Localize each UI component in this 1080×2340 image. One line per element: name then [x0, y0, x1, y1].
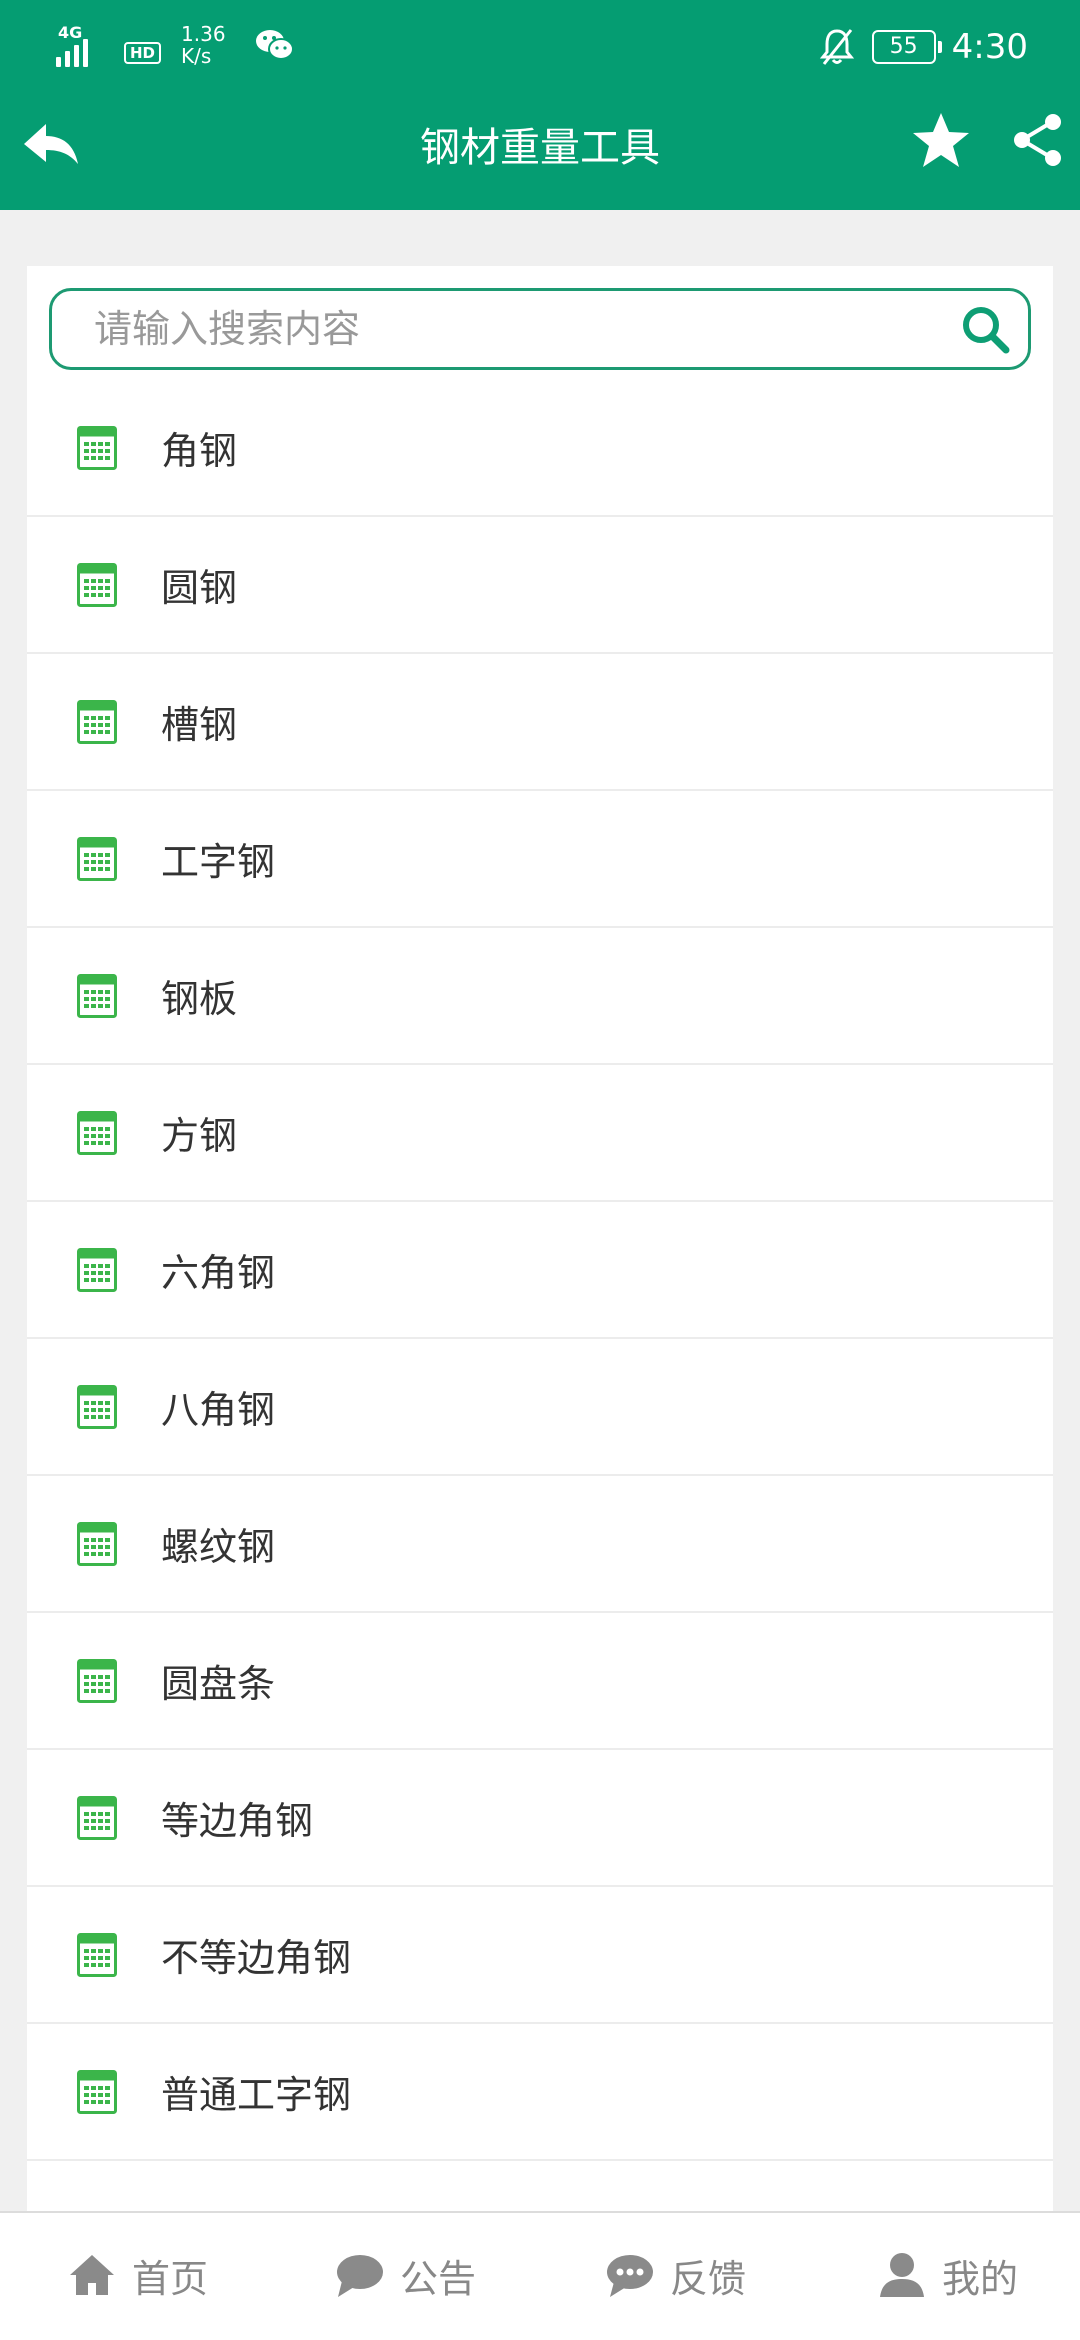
- calculator-icon: [77, 1795, 117, 1840]
- app-bar: 钢材重量工具: [0, 92, 1080, 210]
- signal-icon: 4G: [56, 23, 112, 67]
- tab-home-label: 首页: [132, 2256, 209, 2301]
- calculator-icon: [77, 1247, 117, 1292]
- tab-mine-label: 我的: [942, 2256, 1019, 2301]
- list-item-label: 圆盘条: [161, 1662, 276, 1706]
- list-item-label: 角钢: [161, 429, 238, 473]
- calculator-icon: [77, 2069, 117, 2114]
- chat-bubble-icon: [337, 2255, 383, 2297]
- list-item-label: 槽钢: [161, 703, 238, 747]
- search-icon[interactable]: [958, 302, 1012, 356]
- status-bar: 4G HD 1.36 K/s 55 4:30: [0, 0, 1080, 92]
- list-item-label: 不等边角钢: [161, 1936, 352, 1980]
- calculator-icon: [77, 1384, 117, 1429]
- steel-type-list: 角钢 圆钢 槽钢 工字钢 钢板 方钢 六角钢 八角钢 螺纹钢 圆盘条 等边角钢 …: [27, 380, 1053, 2161]
- list-item-label: 六角钢: [161, 1251, 276, 1295]
- search-box[interactable]: [49, 288, 1031, 370]
- network-speed-unit: K/s: [181, 44, 212, 68]
- list-item[interactable]: 螺纹钢: [27, 1476, 1053, 1613]
- list-item[interactable]: 普通工字钢: [27, 2024, 1053, 2161]
- list-item[interactable]: 工字钢: [27, 791, 1053, 928]
- tool-list-card: 角钢 圆钢 槽钢 工字钢 钢板 方钢 六角钢 八角钢: [27, 266, 1053, 2212]
- calculator-icon: [77, 1658, 117, 1703]
- calculator-icon: [77, 699, 117, 744]
- list-item[interactable]: 不等边角钢: [27, 1887, 1053, 2024]
- tab-notice-label: 公告: [400, 2256, 477, 2301]
- favorite-star-icon[interactable]: [910, 110, 972, 172]
- tab-feedback[interactable]: 反馈: [604, 2243, 746, 2307]
- bell-mute-icon: [819, 29, 854, 65]
- network-speed: 1.36 K/s: [181, 23, 226, 67]
- list-item[interactable]: 角钢: [27, 380, 1053, 517]
- app-header: 4G HD 1.36 K/s 55 4:30 钢材重量工具: [0, 0, 1080, 210]
- calculator-icon: [77, 973, 117, 1018]
- list-item-label: 钢板: [161, 977, 238, 1021]
- status-right: 55 4:30: [818, 22, 1028, 72]
- tab-feedback-label: 反馈: [670, 2256, 747, 2301]
- user-icon: [880, 2253, 924, 2297]
- list-item[interactable]: 八角钢: [27, 1339, 1053, 1476]
- list-item[interactable]: 等边角钢: [27, 1750, 1053, 1887]
- list-item-label: 八角钢: [161, 1388, 276, 1432]
- status-time: 4:30: [951, 27, 1028, 67]
- home-icon: [70, 2255, 114, 2295]
- status-left: 4G HD 1.36 K/s: [56, 20, 296, 70]
- calculator-icon: [77, 1521, 117, 1566]
- calculator-icon: [77, 1110, 117, 1155]
- tab-home[interactable]: 首页: [66, 2243, 208, 2307]
- list-item[interactable]: 圆钢: [27, 517, 1053, 654]
- calculator-icon: [77, 425, 117, 470]
- calculator-icon: [77, 836, 117, 881]
- wechat-icon: [255, 30, 294, 60]
- list-item-label: 圆钢: [161, 566, 238, 610]
- list-item[interactable]: 圆盘条: [27, 1613, 1053, 1750]
- calculator-icon: [77, 562, 117, 607]
- hd-badge: HD: [124, 42, 162, 64]
- list-item-label: 工字钢: [161, 840, 276, 884]
- battery-indicator: 55: [871, 30, 942, 64]
- list-item-label: 普通工字钢: [161, 2073, 352, 2117]
- calculator-icon: [77, 1932, 117, 1977]
- list-item[interactable]: 钢板: [27, 928, 1053, 1065]
- share-icon[interactable]: [1010, 112, 1066, 168]
- list-item[interactable]: 槽钢: [27, 654, 1053, 791]
- message-dots-icon: [607, 2255, 653, 2297]
- tab-notice[interactable]: 公告: [334, 2243, 476, 2307]
- bottom-tab-bar: 首页 公告 反馈 我的: [0, 2211, 1080, 2340]
- list-item-label: 等边角钢: [161, 1799, 314, 1843]
- list-item-label: 方钢: [161, 1114, 238, 1158]
- list-item[interactable]: 方钢: [27, 1065, 1053, 1202]
- list-item-label: 螺纹钢: [161, 1525, 276, 1569]
- tab-mine[interactable]: 我的: [876, 2243, 1018, 2307]
- network-speed-value: 1.36: [181, 22, 226, 46]
- list-item[interactable]: 六角钢: [27, 1202, 1053, 1339]
- search-input[interactable]: [52, 306, 958, 352]
